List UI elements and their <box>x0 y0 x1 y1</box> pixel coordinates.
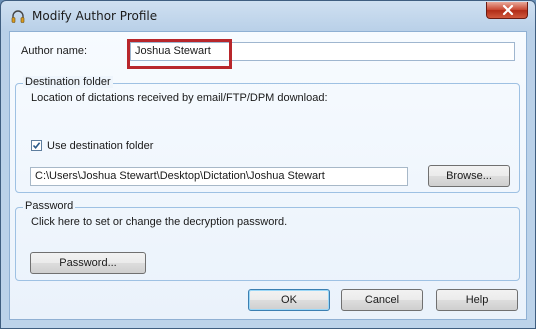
help-button[interactable]: Help <box>436 289 518 311</box>
author-name-label: Author name: <box>21 45 88 57</box>
destination-path-input[interactable]: C:\Users\Joshua Stewart\Desktop\Dictatio… <box>30 167 408 186</box>
dialog-window: Modify Author Profile Author name: Joshu… <box>0 0 536 329</box>
password-description: Click here to set or change the decrypti… <box>31 216 288 228</box>
dialog-body: Author name: Joshua Stewart Destination … <box>9 31 527 320</box>
password-group: Password Click here to set or change the… <box>15 200 520 281</box>
author-name-highlight <box>127 39 232 69</box>
help-button-label: Help <box>465 294 489 306</box>
password-group-title: Password <box>23 200 76 212</box>
ok-button[interactable]: OK <box>248 289 330 311</box>
window-title: Modify Author Profile <box>32 9 158 23</box>
destination-path-value: C:\Users\Joshua Stewart\Desktop\Dictatio… <box>35 170 325 182</box>
password-button-label: Password... <box>59 257 117 269</box>
destination-description: Location of dictations received by email… <box>31 92 328 104</box>
cancel-button-label: Cancel <box>364 294 400 306</box>
destination-folder-title: Destination folder <box>23 76 113 88</box>
close-icon <box>487 2 527 18</box>
browse-button-label: Browse... <box>446 170 492 182</box>
use-destination-checkbox[interactable] <box>31 140 42 151</box>
headphones-icon <box>10 9 26 25</box>
cancel-button[interactable]: Cancel <box>341 289 423 311</box>
destination-folder-group: Destination folder Location of dictation… <box>15 76 520 193</box>
browse-button[interactable]: Browse... <box>428 165 510 187</box>
ok-button-label: OK <box>281 294 297 306</box>
use-destination-label: Use destination folder <box>47 140 154 152</box>
title-bar[interactable]: Modify Author Profile <box>1 1 535 31</box>
close-button[interactable] <box>486 2 528 19</box>
password-button[interactable]: Password... <box>30 252 146 274</box>
